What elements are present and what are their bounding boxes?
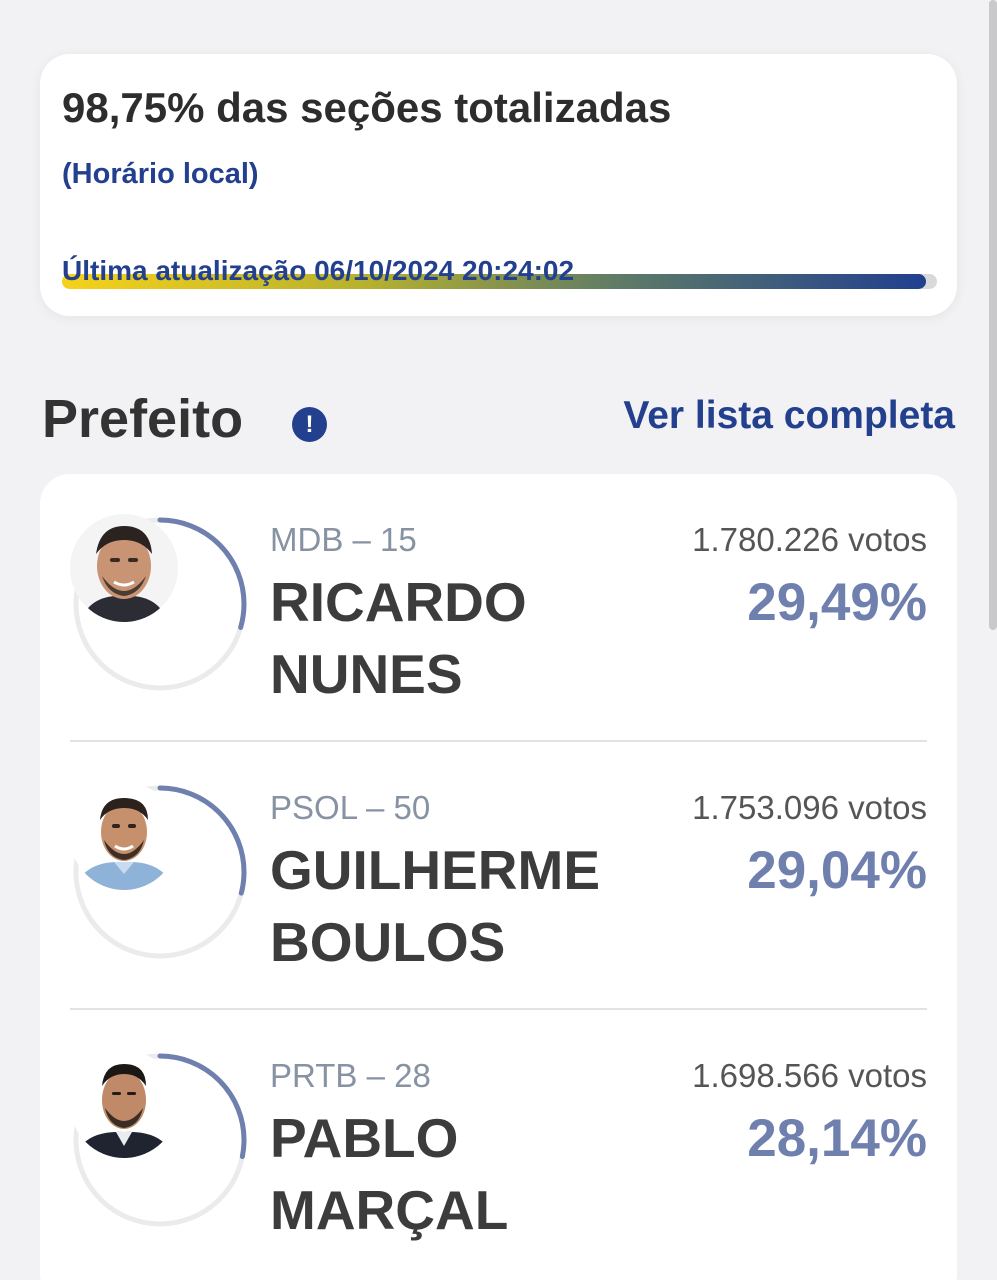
last-update-label: Última atualização 06/10/2024 20:24:02 <box>62 255 575 286</box>
candidate-name: GUILHERME BOULOS <box>270 834 670 978</box>
candidate-name-line: PABLO <box>270 1107 459 1169</box>
totalization-title: 98,75% das seções totalizadas <box>62 84 672 131</box>
candidate-name-line: BOULOS <box>270 911 506 973</box>
candidate-name-line: RICARDO <box>270 571 527 633</box>
candidate-name-line: GUILHERME <box>270 839 600 901</box>
candidate-row[interactable]: PRTB – 28 PABLO MARÇAL 1.698.566 votos 2… <box>40 1010 957 1278</box>
totalization-status-card: 98,75% das seções totalizadas (Horário l… <box>40 54 957 316</box>
candidate-percent: 29,49% <box>747 573 927 632</box>
candidate-avatar <box>70 1050 250 1230</box>
page-scrollbar[interactable] <box>989 0 997 630</box>
candidate-photo <box>70 782 178 890</box>
candidate-name: PABLO MARÇAL <box>270 1102 670 1246</box>
candidate-row[interactable]: PSOL – 50 GUILHERME BOULOS 1.753.096 vot… <box>40 742 957 1010</box>
candidate-party-number: MDB – 15 <box>270 521 417 558</box>
info-icon[interactable]: ! <box>292 407 327 442</box>
local-time-label: (Horário local) <box>62 158 259 190</box>
candidate-name-line: NUNES <box>270 643 463 705</box>
candidate-party-number: PRTB – 28 <box>270 1057 431 1094</box>
candidate-photo <box>70 1050 178 1158</box>
candidate-avatar <box>70 514 250 694</box>
candidate-name: RICARDO NUNES <box>270 566 670 710</box>
candidate-percent: 29,04% <box>747 841 927 900</box>
candidate-votes: 1.698.566 votos <box>692 1057 927 1094</box>
candidate-votes: 1.753.096 votos <box>692 789 927 826</box>
section-title: Prefeito <box>42 389 244 449</box>
candidate-name-line: MARÇAL <box>270 1179 509 1241</box>
candidates-card: MDB – 15 RICARDO NUNES 1.780.226 votos 2… <box>40 474 957 1280</box>
candidate-avatar <box>70 782 250 962</box>
candidate-row[interactable]: MDB – 15 RICARDO NUNES 1.780.226 votos 2… <box>40 474 957 742</box>
candidate-votes: 1.780.226 votos <box>692 521 927 558</box>
candidate-party-number: PSOL – 50 <box>270 789 431 826</box>
candidate-photo <box>70 514 178 622</box>
see-full-list-link[interactable]: Ver lista completa <box>623 394 955 438</box>
candidate-percent: 28,14% <box>747 1109 927 1168</box>
